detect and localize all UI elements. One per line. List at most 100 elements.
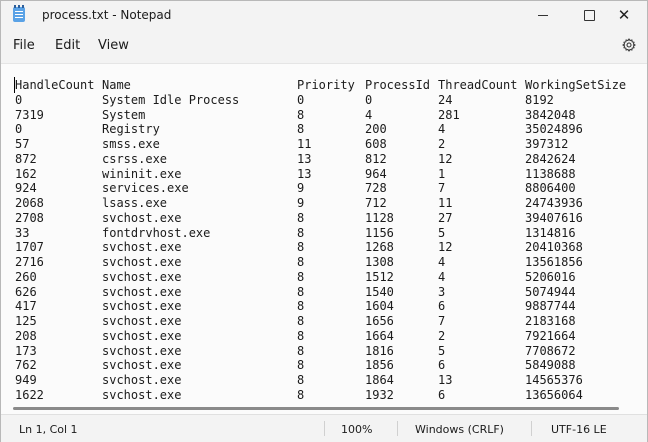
text-cell: 9887744 (525, 299, 576, 314)
menu-edit[interactable]: Edit (55, 38, 80, 53)
minimize-button[interactable] (520, 1, 566, 29)
close-button[interactable]: ✕ (601, 1, 647, 29)
text-cell: 0 (15, 92, 23, 107)
text-cell: fontdrvhost.exe (102, 225, 211, 240)
text-cell: 8 (297, 343, 305, 358)
text-cell: 8 (297, 225, 305, 240)
text-cell: 11 (438, 196, 453, 210)
text-cell: 173 (15, 343, 37, 358)
text-cell: 1864 (365, 373, 394, 387)
text-cell: 8 (297, 240, 305, 255)
text-cell: 712 (365, 196, 387, 210)
text-cell: 2716 (15, 255, 44, 269)
text-cell: 5074944 (525, 284, 576, 299)
text-cell: System (102, 107, 146, 122)
close-icon: ✕ (617, 5, 631, 24)
minimize-icon (538, 14, 548, 16)
text-cell: 5 (438, 225, 446, 240)
text-cell: System Idle Process (102, 92, 240, 107)
text-cell: svchost.exe (102, 299, 182, 314)
text-cell: 2842624 (525, 151, 576, 166)
text-cell: 1512 (365, 269, 394, 284)
text-editor[interactable]: HandleCount Name Priority ProcessId ThreadCo… (1, 63, 647, 415)
text-cell: svchost.exe (102, 387, 182, 402)
text-cell: lsass.exe (102, 196, 168, 210)
text-cell: 24743936 (525, 196, 583, 210)
menu-view[interactable]: View (98, 38, 129, 53)
text-cell: 0 (365, 92, 373, 107)
text-cell: 24 (438, 92, 453, 107)
text-cell: 8192 (525, 92, 554, 107)
text-cell: svchost.exe (102, 314, 182, 328)
text-cell: 8 (297, 284, 305, 299)
text-cell: 0 (15, 122, 23, 137)
text-cell: 7 (438, 181, 446, 196)
text-cell: smss.exe (102, 137, 160, 151)
text-cell: 2708 (15, 210, 44, 225)
text-cell: 2 (438, 137, 446, 151)
text-cell: 13 (297, 151, 312, 166)
text-cell: 4 (438, 122, 446, 137)
text-cell: svchost.exe (102, 240, 182, 255)
text-cell: 35024896 (525, 122, 583, 137)
encoding: UTF-16 LE (551, 423, 607, 436)
text-cell: wininit.exe (102, 166, 182, 181)
text-cell: 1 (438, 166, 446, 181)
text-cell: 20410368 (525, 240, 583, 255)
text-cell: 626 (15, 284, 37, 299)
text-cell: 9 (297, 196, 305, 210)
horizontal-scrollbar[interactable] (13, 407, 619, 410)
text-cell: 57 (15, 137, 30, 151)
text-cell: 200 (365, 122, 387, 137)
text-cell: Name (102, 78, 131, 92)
text-cell: 1268 (365, 240, 394, 255)
text-cell: 1707 (15, 240, 44, 255)
cursor-position: Ln 1, Col 1 (19, 423, 78, 436)
text-cell: 728 (365, 181, 387, 196)
text-cell: 27 (438, 210, 453, 225)
text-cell: csrss.exe (102, 151, 168, 166)
text-cell: 13656064 (525, 387, 583, 402)
text-cell: 608 (365, 137, 387, 151)
notepad-window: process.txt - Notepad ✕ File Edit View H… (0, 0, 648, 442)
text-cell: 7319 (15, 107, 44, 122)
text-cell: 949 (15, 373, 37, 387)
text-cell: 9 (297, 181, 305, 196)
text-cell: 7921664 (525, 328, 576, 343)
text-cell: 8 (297, 358, 305, 373)
window-title: process.txt - Notepad (42, 8, 172, 22)
text-cell: 260 (15, 269, 37, 284)
text-cell: WorkingSetSize (525, 78, 627, 92)
text-cell: 11 (297, 137, 312, 151)
menu-bar: File Edit View (1, 29, 647, 63)
gear-icon (622, 38, 636, 52)
text-cell: 39407616 (525, 210, 583, 225)
text-cell: 7 (438, 314, 446, 328)
text-cell: services.exe (102, 181, 189, 196)
menu-file[interactable]: File (13, 38, 35, 53)
text-cell: 8 (297, 328, 305, 343)
settings-button[interactable] (620, 36, 638, 54)
text-cell: 1622 (15, 387, 44, 402)
text-cell: 1932 (365, 387, 394, 402)
text-cell: 964 (365, 166, 387, 181)
title-bar[interactable]: process.txt - Notepad ✕ (1, 1, 647, 29)
text-cell: 2183168 (525, 314, 576, 328)
maximize-icon (583, 9, 595, 21)
text-cell: 8 (297, 299, 305, 314)
text-cell: svchost.exe (102, 284, 182, 299)
text-cell: 8 (297, 122, 305, 137)
text-cell: ThreadCount (438, 78, 518, 92)
text-cell: 1156 (365, 225, 394, 240)
text-cell: 397312 (525, 137, 569, 151)
text-cell: 13 (297, 166, 312, 181)
zoom-level: 100% (341, 423, 373, 436)
text-cell: 1604 (365, 299, 394, 314)
text-cell: 924 (15, 181, 37, 196)
text-cell: 5206016 (525, 269, 576, 284)
text-cell: 0 (297, 92, 305, 107)
text-cell: 3 (438, 284, 446, 299)
text-cell: 33 (15, 225, 30, 240)
notepad-icon (13, 5, 25, 22)
text-cell: 125 (15, 314, 37, 328)
